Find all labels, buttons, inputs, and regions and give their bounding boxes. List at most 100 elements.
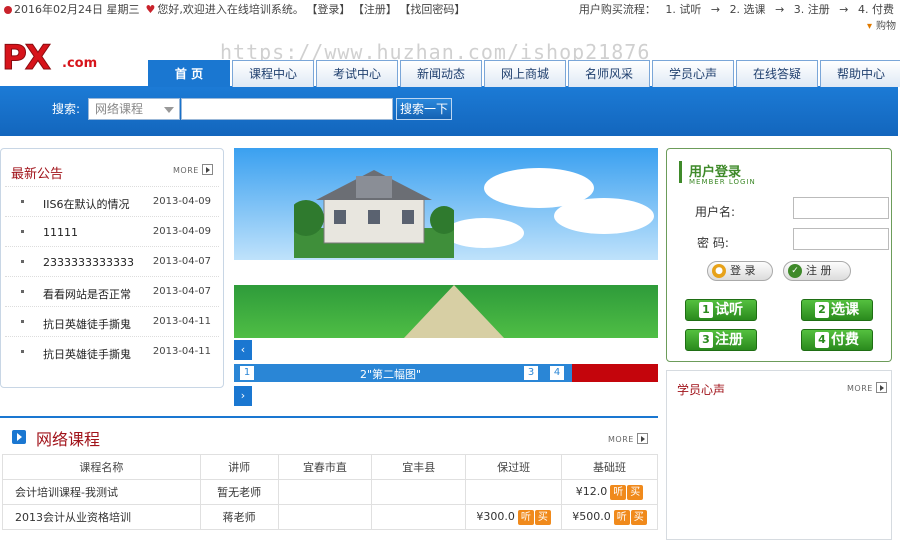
page: 2016年02月24日 星期三 ♥ 您好,欢迎进入在线培训系统。 【登录】 【注册】 【找… [0, 0, 900, 540]
house-illustration [294, 170, 454, 258]
news-item-date: 2013-04-11 [152, 316, 211, 327]
search-category-value: 网络课程 [95, 102, 144, 116]
news-more-button[interactable]: MORE [173, 164, 213, 175]
top-bar: 2016年02月24日 星期三 ♥ 您好,欢迎进入在线培训系统。 【登录】 【注册】 【找… [0, 0, 900, 16]
price-cell: ¥300.0 听买 [465, 504, 563, 530]
list-item[interactable]: 抗日英雄徒手撕鬼 2013-04-11 [5, 336, 219, 366]
search-label: 搜索: [52, 102, 81, 116]
register-button[interactable]: ✓ 注 册 [783, 261, 851, 281]
news-item-title: IIS6在默认的情况 [43, 198, 130, 211]
step-number: 1 [699, 302, 713, 318]
testimonials-more-button[interactable]: MORE [847, 382, 887, 393]
step-trial-button[interactable]: 1 试听 [685, 299, 757, 321]
course-panel: 网络课程 MORE 课程名称 讲师 宜春市直 宜丰县 保过班 基础班 会计培训课… [0, 416, 658, 540]
news-item-title: 看看网站是否正常 [43, 288, 131, 301]
courses-more-button[interactable]: MORE [608, 433, 648, 444]
list-item[interactable]: 抗日英雄徒手撕鬼 2013-04-11 [5, 306, 219, 336]
site-logo[interactable]: PX .com [1, 38, 117, 79]
news-item-date: 2013-04-09 [152, 226, 211, 237]
search-button[interactable]: 搜索一下 [396, 98, 452, 120]
search-input[interactable] [181, 98, 393, 120]
list-item[interactable]: 看看网站是否正常 2013-04-07 [5, 276, 219, 306]
step-number: 4 [815, 332, 829, 348]
listen-button[interactable]: 听 [517, 509, 534, 525]
step-label: 付费 [831, 332, 859, 348]
course-name[interactable]: 会计培训课程-我测试 [2, 479, 201, 505]
list-item[interactable]: 2333333333333 2013-04-07 [5, 246, 219, 276]
course-title: 网络课程 [36, 430, 101, 449]
nav-tab-courses[interactable]: 课程中心 [232, 60, 314, 87]
more-label: MORE [847, 384, 873, 393]
buy-button[interactable]: 买 [630, 509, 647, 525]
price-cell [277, 504, 373, 530]
price-cell [371, 479, 467, 505]
banner-gap [234, 260, 658, 285]
price-cell [465, 479, 563, 505]
price-value: ¥500.0 [572, 509, 611, 523]
nav-tab-testimonials[interactable]: 学员心声 [652, 60, 734, 87]
listen-button[interactable]: 听 [613, 509, 630, 525]
news-item-title: 抗日英雄徒手撕鬼 [43, 318, 131, 331]
listen-button[interactable]: 听 [610, 484, 627, 500]
news-item-date: 2013-04-07 [152, 256, 211, 267]
nav-tab-qa[interactable]: 在线答疑 [736, 60, 818, 87]
password-input[interactable] [793, 228, 889, 250]
slide-prev-button[interactable]: ‹ [234, 340, 252, 360]
main-nav: 首 页 课程中心 考试中心 新闻动态 网上商城 名师风采 学员心声 在线答疑 帮… [148, 60, 900, 87]
date-text: 2016年02月24日 星期三 [14, 3, 140, 16]
login-link[interactable]: 【登录】 [312, 3, 351, 16]
teacher-cell: 蒋老师 [199, 504, 279, 530]
step-pay-button[interactable]: 4 付费 [801, 329, 873, 351]
step-select-button[interactable]: 2 选课 [801, 299, 873, 321]
price-cell [277, 479, 373, 505]
forgot-password-link[interactable]: 【找回密码】 [405, 3, 466, 16]
list-item[interactable]: IIS6在默认的情况 2013-04-09 [5, 186, 219, 216]
flow-step: 1. 试听 [665, 3, 702, 16]
bullet-icon [21, 290, 24, 293]
news-item-title: 抗日英雄徒手撕鬼 [43, 348, 131, 361]
list-item[interactable]: 11111 2013-04-09 [5, 216, 219, 246]
nav-tab-home[interactable]: 首 页 [148, 60, 230, 87]
arrow-icon: → [775, 3, 785, 16]
slide-caption: 2"第二幅图" [360, 368, 422, 381]
step-label: 选课 [831, 302, 859, 318]
step-label: 注册 [715, 332, 743, 348]
username-input[interactable] [793, 197, 889, 219]
login-button[interactable]: ● 登 录 [707, 261, 773, 281]
cart-icon: ▾ [866, 21, 872, 32]
nav-tab-shop[interactable]: 网上商城 [484, 60, 566, 87]
price-value: ¥300.0 [476, 509, 515, 523]
news-item-date: 2013-04-09 [152, 196, 211, 207]
step-register-button[interactable]: 3 注册 [685, 329, 757, 351]
slide-number-1[interactable]: 1 [240, 366, 254, 380]
bullet-icon [21, 350, 24, 353]
bullet-icon [21, 230, 24, 233]
banner-path [404, 285, 504, 338]
search-category-select[interactable]: 网络课程 [88, 98, 180, 120]
nav-tab-news[interactable]: 新闻动态 [400, 60, 482, 87]
flow-step: 2. 选课 [729, 3, 766, 16]
banner-image[interactable] [234, 148, 658, 338]
course-name[interactable]: 2013会计从业资格培训 [2, 504, 201, 530]
logo-suffix: .com [62, 56, 98, 71]
login-subtitle: MEMBER LOGIN [689, 178, 756, 186]
register-button-label: 注 册 [806, 264, 832, 277]
testimonials-panel: 学员心声 MORE [666, 370, 892, 540]
buy-button[interactable]: 买 [627, 484, 644, 500]
course-table: 课程名称 讲师 宜春市直 宜丰县 保过班 基础班 会计培训课程-我测试 暂无老师… [2, 454, 658, 530]
nav-tab-teachers[interactable]: 名师风采 [568, 60, 650, 87]
arrow-icon: → [839, 3, 849, 16]
column-header: 保过班 [465, 454, 563, 480]
price-cell: ¥12.0 听买 [561, 479, 658, 505]
news-item-title: 2333333333333 [43, 256, 134, 269]
cart-link[interactable]: ▾ 购物 [867, 17, 896, 32]
buy-button[interactable]: 买 [534, 509, 551, 525]
slide-next-button[interactable]: › [234, 386, 252, 406]
step-number: 2 [815, 302, 829, 318]
slide-number-3[interactable]: 3 [524, 366, 538, 380]
register-link[interactable]: 【注册】 [358, 3, 397, 16]
nav-tab-exams[interactable]: 考试中心 [316, 60, 398, 87]
slide-number-4[interactable]: 4 [550, 366, 564, 380]
price-value: ¥12.0 [575, 484, 608, 498]
nav-tab-help[interactable]: 帮助中心 [820, 60, 900, 87]
